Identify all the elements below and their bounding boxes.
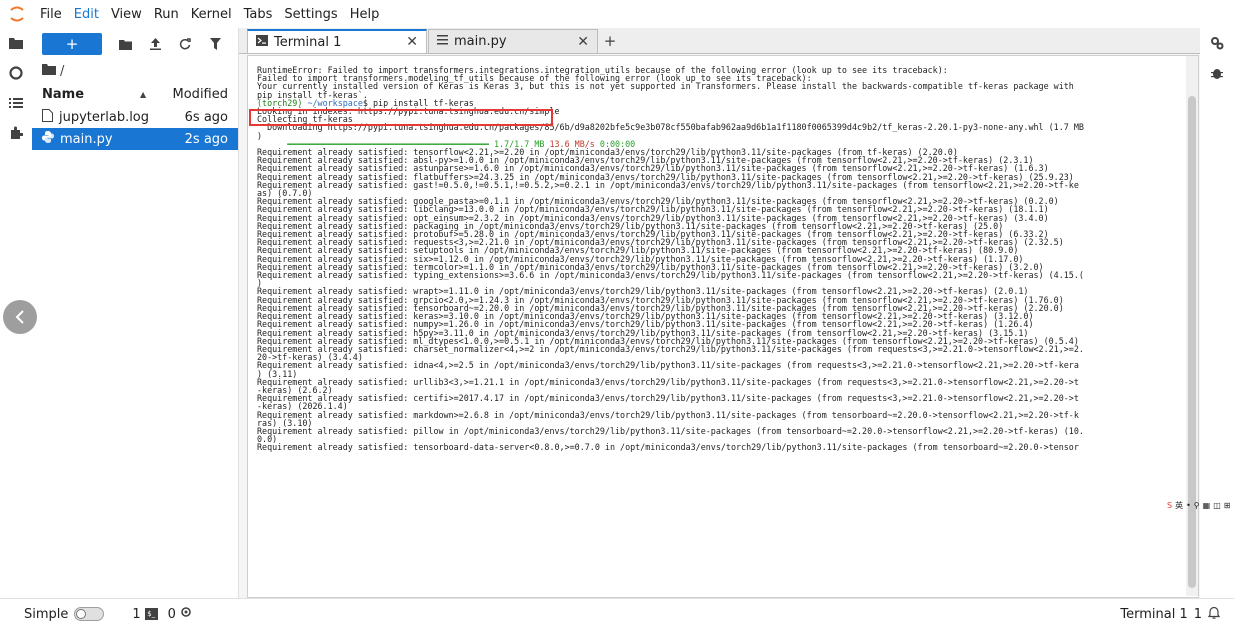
extension-manager-icon[interactable] xyxy=(0,118,32,148)
menu-kernel[interactable]: Kernel xyxy=(185,7,238,22)
ime-grid-icon[interactable]: ⊞ xyxy=(1224,501,1231,510)
python-icon xyxy=(42,131,54,147)
property-inspector-icon[interactable] xyxy=(1200,28,1234,58)
add-tab-icon[interactable]: + xyxy=(599,29,621,53)
menu-bar: File Edit View Run Kernel Tabs Settings … xyxy=(0,0,1234,28)
list-item[interactable]: main.py 2s ago xyxy=(32,128,238,150)
tab-label: Terminal 1 xyxy=(274,34,342,50)
menu-edit[interactable]: Edit xyxy=(68,7,105,22)
terminal-line: Requirement already satisfied: certifi>=… xyxy=(257,393,1079,404)
close-icon[interactable]: ✕ xyxy=(406,34,418,50)
kernels-status[interactable]: 0 xyxy=(168,606,192,622)
terminal-line: Looking in indexes: https://pypi.tuna.ts… xyxy=(257,106,560,117)
tab-terminal-1[interactable]: Terminal 1 ✕ xyxy=(247,29,427,53)
running-sessions-icon[interactable] xyxy=(0,58,32,88)
terminal-line: Requirement already satisfied: urllib3<3… xyxy=(257,376,1079,387)
menu-help[interactable]: Help xyxy=(344,7,386,22)
table-of-contents-icon[interactable] xyxy=(0,88,32,118)
menu-file[interactable]: File xyxy=(34,7,68,22)
tab-bar: Terminal 1 ✕ main.py ✕ + xyxy=(239,28,1200,54)
terminal-icon xyxy=(256,34,268,50)
status-right: Terminal 1 1 xyxy=(1120,599,1221,629)
new-folder-icon[interactable] xyxy=(118,37,132,51)
terminal-line: Requirement already satisfied: gast!=0.5… xyxy=(257,179,1079,190)
file-modified: 2s ago xyxy=(184,131,228,147)
debugger-icon[interactable] xyxy=(1200,58,1234,88)
notification-bell-icon[interactable] xyxy=(1207,606,1221,623)
terminal-line: Requirement already satisfied: charset_n… xyxy=(257,343,1084,354)
close-icon[interactable]: ✕ xyxy=(577,34,589,50)
terminal-line: Requirement already satisfied: tensorboa… xyxy=(257,442,1079,453)
ime-s-icon[interactable]: S xyxy=(1167,501,1172,510)
file-name: main.py xyxy=(60,131,113,147)
menu-settings[interactable]: Settings xyxy=(278,7,343,22)
ime-clip-icon[interactable]: ◫ xyxy=(1213,501,1221,510)
menu-view[interactable]: View xyxy=(105,7,148,22)
terminal-line: Downloading https://pypi.tuna.tsinghua.e… xyxy=(257,122,1084,133)
right-activity-bar xyxy=(1200,28,1234,598)
kernel-gear-icon xyxy=(180,606,192,622)
scrollbar-thumb[interactable] xyxy=(1188,96,1196,588)
active-tab-label[interactable]: Terminal 1 xyxy=(1120,607,1187,622)
terminals-count: 1 xyxy=(132,606,141,622)
ime-chinese-icon[interactable]: 英 xyxy=(1175,500,1183,511)
tab-label: main.py xyxy=(454,34,507,49)
sort-caret-icon: ▲ xyxy=(140,89,147,99)
kernels-count: 0 xyxy=(167,606,176,622)
terminal-line: Requirement already satisfied: markdown>… xyxy=(257,409,1079,420)
back-circle-button[interactable] xyxy=(3,300,37,334)
column-modified-header[interactable]: Modified xyxy=(173,87,228,102)
breadcrumb: / xyxy=(32,60,238,82)
ime-keyboard-icon[interactable]: ▦ xyxy=(1203,501,1211,510)
file-browser-panel: + / Name ▲ Modified jupyterlab.log 6s ag… xyxy=(32,28,239,598)
simple-mode-label: Simple xyxy=(24,606,69,622)
file-browser-toolbar: + xyxy=(32,28,238,60)
menu-run[interactable]: Run xyxy=(148,7,185,22)
menu-tabs[interactable]: Tabs xyxy=(238,7,279,22)
terminal-line: Requirement already satisfied: typing_ex… xyxy=(257,270,1084,281)
terminal-output[interactable]: RuntimeError: Failed to import transform… xyxy=(247,55,1199,598)
text-file-icon xyxy=(437,34,448,49)
file-list-header: Name ▲ Modified xyxy=(32,82,238,106)
ime-punct-icon[interactable]: • xyxy=(1186,501,1191,510)
terminal-scrollbar[interactable] xyxy=(1186,56,1198,596)
simple-mode-toggle[interactable] xyxy=(74,607,105,621)
filter-icon[interactable] xyxy=(208,37,222,51)
terminal-line: Requirement already satisfied: idna<4,>=… xyxy=(257,360,1079,371)
jupyter-logo-icon[interactable] xyxy=(6,3,28,25)
status-bar: Simple 1 $_ 0 Terminal 1 1 xyxy=(0,598,1234,629)
list-item[interactable]: jupyterlab.log 6s ago xyxy=(32,106,238,128)
terminals-status[interactable]: 1 $_ xyxy=(132,606,158,622)
breadcrumb-path[interactable]: / xyxy=(60,64,64,79)
terminal-line: Requirement already satisfied: pillow in… xyxy=(257,425,1084,436)
tab-main-py[interactable]: main.py ✕ xyxy=(428,29,598,53)
column-name-label: Name xyxy=(42,86,85,102)
new-launcher-button[interactable]: + xyxy=(42,33,102,55)
main-dock-area: Terminal 1 ✕ main.py ✕ + RuntimeError: F… xyxy=(239,28,1200,598)
upload-icon[interactable] xyxy=(148,37,162,51)
file-browser-icon[interactable] xyxy=(0,28,32,58)
requirement-lines: Requirement already satisfied: tensorflo… xyxy=(257,148,1198,452)
file-modified: 6s ago xyxy=(184,109,228,125)
terminal-line: Your currently installed version of Kera… xyxy=(257,81,1074,92)
refresh-icon[interactable] xyxy=(178,37,192,51)
terminal-icon: $_ xyxy=(144,608,158,620)
folder-icon[interactable] xyxy=(42,63,56,79)
column-name-header[interactable]: Name ▲ xyxy=(42,87,173,102)
system-tray: S 英 • ⚲ ▦ ◫ ⊞ xyxy=(1167,499,1230,511)
active-tab-count: 1 xyxy=(1193,607,1202,622)
ime-mic-icon[interactable]: ⚲ xyxy=(1194,501,1200,510)
jupyterlab-window: File Edit View Run Kernel Tabs Settings … xyxy=(0,0,1234,629)
file-name: jupyterlab.log xyxy=(59,109,150,125)
file-icon xyxy=(42,108,53,126)
